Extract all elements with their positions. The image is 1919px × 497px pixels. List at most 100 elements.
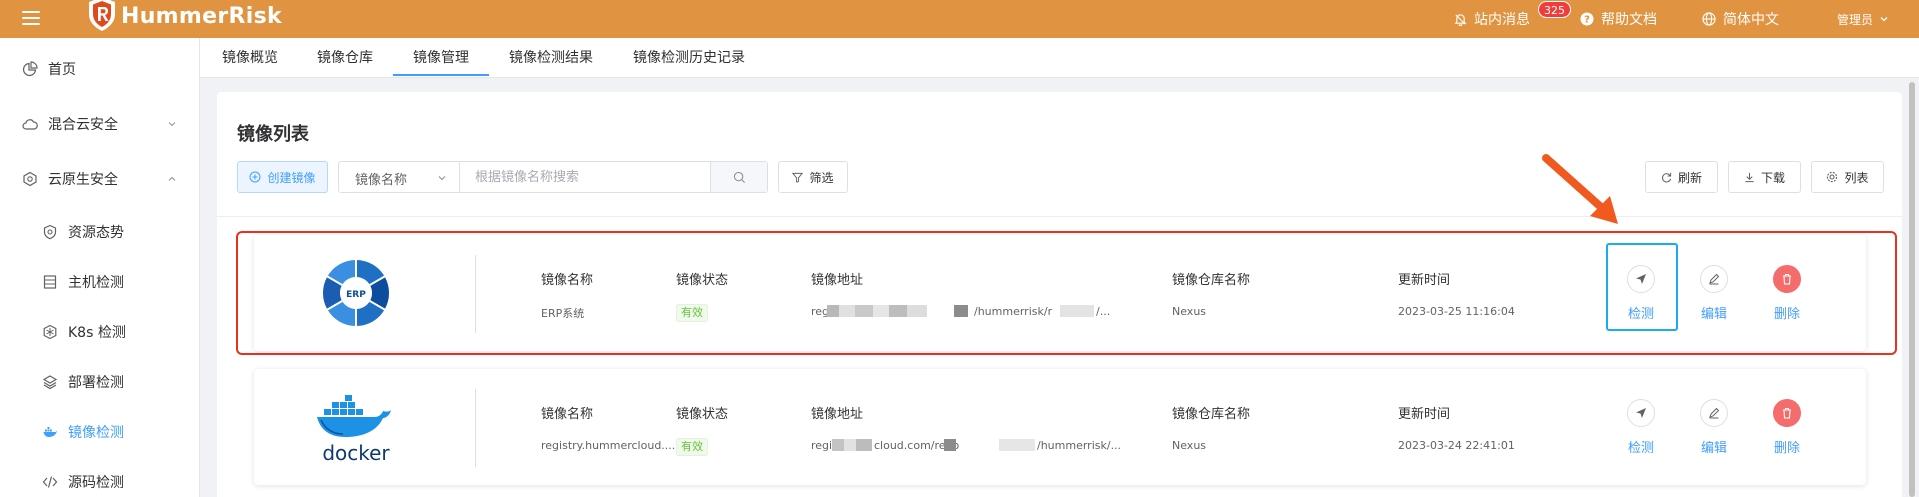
tab-image-management[interactable]: 镜像管理 bbox=[413, 38, 469, 78]
sidebar-item-cloud-native[interactable]: 云原生安全 bbox=[0, 154, 199, 204]
tab-image-scan-results[interactable]: 镜像检测结果 bbox=[509, 38, 593, 78]
send-icon bbox=[1636, 274, 1646, 284]
brand-logo[interactable]: HummerRisk bbox=[87, 0, 282, 38]
sidebar-item-image-scan[interactable]: 镜像检测 bbox=[0, 407, 199, 457]
help-docs-link[interactable]: ? 帮助文档 bbox=[1580, 0, 1657, 38]
masked-address-segment bbox=[954, 305, 968, 317]
image-address-tail: /... bbox=[1096, 305, 1111, 318]
search-field-select[interactable]: 镜像名称 bbox=[339, 162, 460, 192]
sidebar-item-deploy-scan[interactable]: 部署检测 bbox=[0, 357, 199, 407]
edit-label: 编辑 bbox=[1700, 307, 1727, 322]
erp-logo-text: ERP bbox=[346, 290, 366, 300]
columns-button[interactable]: 列表 bbox=[1811, 161, 1884, 193]
filter-button[interactable]: 筛选 bbox=[778, 161, 848, 193]
tab-image-overview[interactable]: 镜像概览 bbox=[222, 38, 278, 78]
repo-name: Nexus bbox=[1172, 439, 1207, 452]
col-status-header: 镜像状态 bbox=[676, 273, 729, 288]
code-icon bbox=[42, 476, 58, 488]
download-label: 下载 bbox=[1760, 170, 1785, 185]
scrollbar-thumb[interactable] bbox=[1909, 82, 1915, 497]
masked-address-segment bbox=[999, 439, 1035, 451]
sidebar-item-resource-posture[interactable]: 资源态势 bbox=[0, 207, 199, 257]
delete-button[interactable]: 删除 bbox=[1765, 265, 1809, 322]
cloud-icon bbox=[22, 119, 38, 130]
erp-logo-icon: ERP bbox=[322, 259, 390, 327]
menu-toggle-icon[interactable] bbox=[22, 11, 40, 27]
edit-label: 编辑 bbox=[1700, 441, 1727, 456]
help-docs-label: 帮助文档 bbox=[1601, 12, 1657, 28]
download-icon bbox=[1745, 172, 1754, 182]
language-switch[interactable]: 简体中文 bbox=[1702, 0, 1779, 38]
filter-label: 筛选 bbox=[809, 170, 834, 185]
sidebar-item-host-scan[interactable]: 主机检测 bbox=[0, 257, 199, 307]
shield-icon bbox=[43, 224, 57, 240]
hummerrisk-logo-icon bbox=[89, 0, 115, 31]
sidebar-item-home[interactable]: 首页 bbox=[0, 44, 199, 94]
svg-text:?: ? bbox=[1584, 15, 1590, 26]
filter-icon bbox=[792, 172, 804, 183]
updated-time: 2023-03-24 22:41:01 bbox=[1398, 439, 1515, 452]
row-divider bbox=[475, 255, 476, 333]
status-badge: 有效 bbox=[676, 438, 708, 456]
search-group: 镜像名称 bbox=[338, 161, 768, 193]
search-button[interactable] bbox=[710, 162, 767, 192]
search-icon bbox=[733, 171, 745, 183]
scan-button[interactable]: 检测 bbox=[1619, 265, 1663, 322]
docker-logo-text: docker bbox=[322, 441, 390, 465]
cloud-native-icon bbox=[23, 171, 37, 187]
edit-button[interactable]: 编辑 bbox=[1692, 265, 1736, 322]
refresh-button[interactable]: 刷新 bbox=[1645, 161, 1718, 193]
sidebar-item-label: 云原生安全 bbox=[48, 172, 118, 188]
status-badge: 有效 bbox=[676, 304, 708, 322]
col-address-header: 镜像地址 bbox=[811, 273, 864, 288]
tab-image-scan-history[interactable]: 镜像检测历史记录 bbox=[633, 38, 745, 78]
col-updated-header: 更新时间 bbox=[1398, 407, 1451, 422]
layers-icon bbox=[42, 375, 58, 390]
k8s-icon bbox=[43, 324, 57, 340]
repo-name: Nexus bbox=[1172, 305, 1207, 318]
chevron-up-icon bbox=[168, 176, 176, 181]
search-input[interactable] bbox=[461, 162, 709, 192]
brand-name: HummerRisk bbox=[121, 4, 282, 29]
pie-chart-icon bbox=[22, 61, 38, 77]
tab-image-repository[interactable]: 镜像仓库 bbox=[317, 38, 373, 78]
help-circle-icon: ? bbox=[1580, 12, 1594, 26]
masked-address-segment bbox=[1060, 305, 1094, 317]
delete-button[interactable]: 删除 bbox=[1765, 399, 1809, 456]
sidebar-item-code-scan[interactable]: 源码检测 bbox=[0, 457, 199, 497]
server-icon bbox=[43, 275, 57, 289]
updated-time: 2023-03-25 11:16:04 bbox=[1398, 305, 1515, 318]
create-image-button[interactable]: 创建镜像 bbox=[237, 161, 328, 193]
user-label: 管理员 bbox=[1837, 12, 1874, 27]
columns-label: 列表 bbox=[1844, 170, 1869, 185]
message-count-badge: 325 bbox=[1538, 1, 1571, 18]
plus-circle-icon bbox=[249, 171, 261, 183]
user-menu[interactable]: 管理员 bbox=[1837, 0, 1889, 38]
list-item[interactable]: ERP 镜像名称 镜像状态 镜像地址 镜像仓库名称 更新时间 ERP系统 有效 … bbox=[254, 235, 1866, 351]
scan-button[interactable]: 检测 bbox=[1619, 399, 1663, 456]
sidebar-item-label: 首页 bbox=[48, 62, 76, 78]
chevron-down-icon bbox=[168, 122, 176, 127]
col-updated-header: 更新时间 bbox=[1398, 273, 1451, 288]
chevron-down-icon bbox=[1880, 17, 1888, 22]
edit-icon bbox=[1709, 407, 1720, 419]
row-divider bbox=[475, 389, 476, 467]
col-status-header: 镜像状态 bbox=[676, 407, 729, 422]
send-icon bbox=[1636, 408, 1646, 418]
masked-address-segment bbox=[944, 439, 956, 451]
edit-button[interactable]: 编辑 bbox=[1692, 399, 1736, 456]
delete-label: 删除 bbox=[1773, 307, 1800, 322]
site-messages-link[interactable]: 站内消息 bbox=[1454, 0, 1530, 38]
sidebar-item-label: 主机检测 bbox=[68, 275, 124, 291]
sidebar-item-k8s-scan[interactable]: K8s 检测 bbox=[0, 307, 199, 357]
active-tab-indicator bbox=[393, 74, 489, 76]
list-item[interactable]: docker 镜像名称 镜像状态 镜像地址 镜像仓库名称 更新时间 regist… bbox=[254, 369, 1866, 485]
col-repo-header: 镜像仓库名称 bbox=[1172, 273, 1251, 288]
image-name: ERP系统 bbox=[541, 307, 585, 320]
sidebar-item-label: 部署检测 bbox=[68, 375, 124, 391]
sidebar-item-hybrid-cloud[interactable]: 混合云安全 bbox=[0, 99, 199, 149]
download-button[interactable]: 下载 bbox=[1728, 161, 1801, 193]
gear-icon bbox=[1827, 171, 1838, 183]
delete-label: 删除 bbox=[1773, 441, 1800, 456]
search-field-value: 镜像名称 bbox=[355, 173, 408, 188]
